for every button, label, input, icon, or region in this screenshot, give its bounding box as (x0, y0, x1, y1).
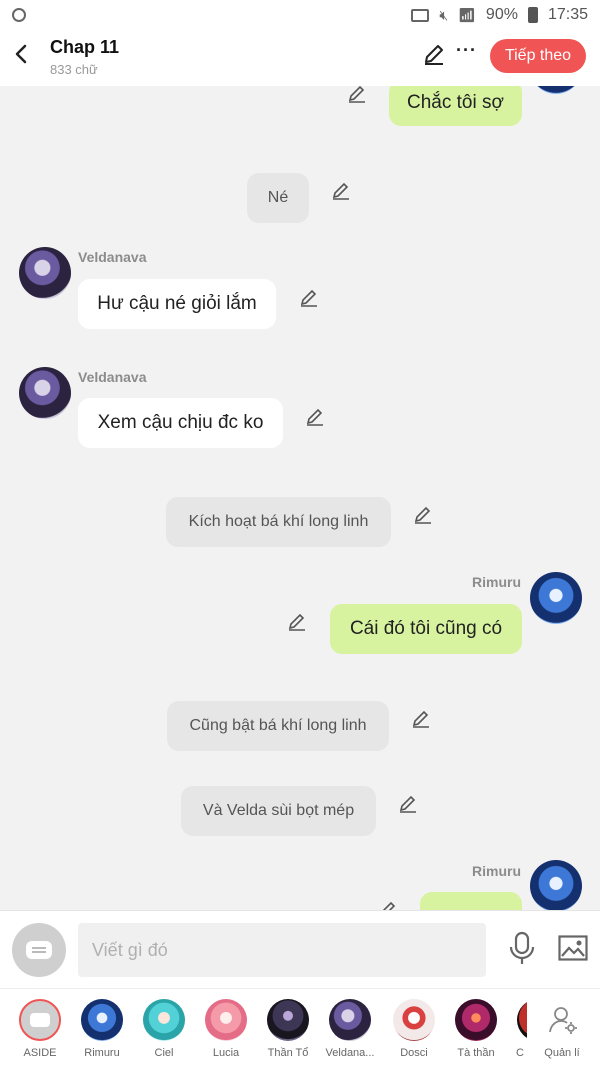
next-chapter-button[interactable]: Tiếp theo (490, 39, 586, 73)
microphone-button[interactable] (508, 931, 536, 967)
character-label: Lucia (212, 1047, 240, 1059)
message-input[interactable] (78, 923, 486, 977)
message-bubble-left[interactable]: Hư cậu né giỏi lắm (78, 279, 276, 329)
sender-name: Rimuru (472, 863, 521, 879)
narration-bubble[interactable]: Cũng bật bá khí long linh (167, 701, 389, 751)
than-to-avatar (267, 999, 309, 1041)
rimuru-avatar[interactable] (530, 86, 582, 94)
edit-message-icon[interactable] (378, 900, 398, 910)
back-button[interactable] (10, 40, 34, 68)
character-ta-than[interactable]: Tà thần (445, 999, 507, 1065)
character-label: ASIDE (23, 1047, 57, 1059)
edit-message-icon[interactable] (299, 288, 319, 308)
character-label: Thần Tổ (267, 1047, 309, 1059)
pencil-icon (425, 45, 443, 65)
status-bar: 🔇︎ 📶︎ 90% 17:35 (0, 0, 600, 30)
wifi-signal-icon: 📶︎ (458, 6, 476, 23)
battery-percent: 90% (485, 6, 518, 23)
character-ciel[interactable]: Ciel (133, 999, 195, 1065)
more-options-button[interactable]: ··· (456, 40, 478, 64)
insert-image-button[interactable] (558, 935, 588, 961)
message-bubble-left[interactable]: Xem cậu chịu đc ko (78, 398, 283, 448)
character-label: C (516, 1047, 524, 1059)
manage-icon (549, 1007, 577, 1034)
sender-name: Veldanava (78, 369, 147, 385)
sender-name: Veldanava (78, 249, 147, 265)
edit-message-icon[interactable] (347, 86, 367, 104)
clock: 17:35 (547, 6, 588, 23)
chat-area[interactable]: Chắc tôi sợ Né Veldanava Hư cậu né giỏi … (0, 86, 600, 910)
veldanava-avatar[interactable] (19, 247, 71, 299)
rimuru-avatar[interactable] (530, 860, 582, 910)
message-bubble-right[interactable]: Chắc tôi sợ (389, 86, 522, 126)
character-label: Ciel (154, 1047, 174, 1059)
edit-message-icon[interactable] (331, 181, 351, 201)
edit-message-icon[interactable] (305, 407, 325, 427)
edit-chapter-button[interactable] (422, 42, 446, 66)
notification-icon (12, 8, 26, 22)
character-lucia[interactable]: Lucia (195, 999, 257, 1065)
status-indicators: 🔇︎ 📶︎ 90% 17:35 (411, 6, 588, 24)
c-avatar (517, 999, 527, 1041)
character-than-to[interactable]: Thần Tổ (257, 999, 319, 1065)
narration-bubble[interactable]: Và Velda sùi bọt mép (181, 786, 376, 836)
character-label: Tà thần (457, 1047, 495, 1059)
cast-icon (411, 8, 430, 22)
narration-bubble[interactable]: Kích hoạt bá khí long linh (166, 497, 391, 547)
character-veldanava[interactable]: Veldana... (319, 999, 381, 1065)
composer-bar (0, 910, 600, 988)
chevron-left-icon (15, 44, 27, 64)
veldanava-avatar[interactable] (19, 367, 71, 419)
microphone-icon (509, 931, 535, 964)
character-dosci[interactable]: Dosci (383, 999, 445, 1065)
manage-characters-button[interactable]: Quản lí (531, 999, 593, 1065)
message-bubble-right[interactable] (420, 892, 522, 910)
sender-name: Rimuru (472, 574, 521, 590)
top-app-bar: Chap 11 833 chữ ··· Tiếp theo (0, 30, 600, 86)
character-selector: ASIDE Rimuru Ciel Lucia Thần Tổ Veldana.… (0, 988, 600, 1067)
lucia-avatar (205, 999, 247, 1041)
character-aside[interactable]: ASIDE (9, 999, 71, 1065)
veldanava-avatar (329, 999, 371, 1041)
character-label: Quản lí (544, 1047, 580, 1059)
character-label: Rimuru (84, 1047, 120, 1059)
chat-bubble-icon (26, 941, 52, 959)
word-count: 833 chữ (50, 62, 98, 77)
dosci-avatar (393, 999, 435, 1041)
character-label: Veldana... (325, 1047, 375, 1059)
aside-icon (19, 999, 61, 1041)
edit-message-icon[interactable] (287, 612, 307, 632)
ta-than-avatar (455, 999, 497, 1041)
message-bubble-right[interactable]: Cái đó tôi cũng có (330, 604, 522, 654)
rimuru-avatar[interactable] (530, 572, 582, 624)
edit-message-icon[interactable] (413, 505, 433, 525)
rimuru-avatar (81, 999, 123, 1041)
edit-message-icon[interactable] (398, 794, 418, 814)
character-rimuru[interactable]: Rimuru (71, 999, 133, 1065)
chapter-title: Chap 11 (50, 37, 120, 57)
image-icon (558, 935, 588, 961)
ciel-avatar (143, 999, 185, 1041)
character-label: Dosci (400, 1047, 428, 1059)
narration-bubble[interactable]: Né (247, 173, 309, 223)
edit-message-icon[interactable] (411, 709, 431, 729)
character-c[interactable]: C (507, 999, 527, 1065)
battery-icon (527, 7, 538, 23)
mute-icon: 🔇︎ (439, 6, 449, 23)
aside-toggle-button[interactable] (12, 923, 66, 977)
